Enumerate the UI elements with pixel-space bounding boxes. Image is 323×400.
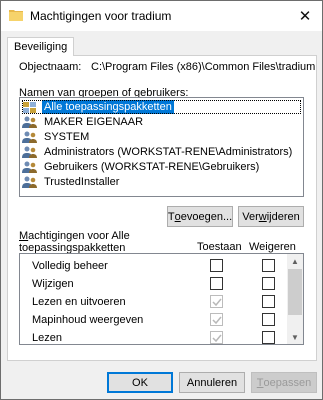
permission-row: Lezen: [32, 329, 290, 344]
permissions-label: Machtigingen voor Alle toepassingspakket…: [19, 230, 130, 254]
allow-checkbox: [210, 313, 223, 326]
window-title: Machtigingen voor tradium: [30, 9, 172, 23]
allow-checkbox: [210, 295, 223, 308]
list-item-label: SYSTEM: [44, 131, 90, 143]
folder-icon: [9, 9, 23, 21]
permissions-scrollbar[interactable]: ▲ ▼: [287, 254, 303, 344]
check-icon: [212, 316, 222, 325]
list-item[interactable]: SYSTEM: [22, 130, 301, 144]
users-icon: [22, 146, 38, 158]
deny-checkbox[interactable]: [262, 277, 275, 290]
permission-name: Volledig beheer: [32, 260, 108, 272]
users-icon: [22, 116, 38, 128]
users-icon: [22, 176, 38, 188]
allow-checkbox[interactable]: [210, 259, 223, 272]
deny-checkbox[interactable]: [262, 259, 275, 272]
list-item-label: TrustedInstaller: [44, 176, 120, 188]
deny-column-header: Weigeren: [249, 241, 296, 253]
list-item[interactable]: Gebruikers (WORKSTAT-RENE\Gebruikers): [22, 160, 301, 174]
scroll-down-icon[interactable]: ▼: [287, 330, 303, 344]
permission-row: Volledig beheer: [32, 257, 290, 275]
check-icon: [212, 334, 222, 343]
permission-name: Wijzigen: [32, 278, 74, 290]
permission-name: Mapinhoud weergeven: [32, 314, 144, 326]
deny-checkbox[interactable]: [262, 295, 275, 308]
list-item-label: MAKER EIGENAAR: [44, 116, 144, 128]
title-bar: Machtigingen voor tradium ✕: [1, 1, 322, 31]
scroll-up-icon[interactable]: ▲: [287, 254, 303, 268]
cancel-button[interactable]: Annuleren: [179, 372, 245, 393]
list-item[interactable]: Alle toepassingspakketten: [22, 100, 301, 114]
object-name-value: C:\Program Files (x86)\Common Files\trad…: [91, 61, 316, 73]
allow-checkbox[interactable]: [210, 277, 223, 290]
close-icon: ✕: [298, 8, 312, 25]
permission-row: Wijzigen: [32, 275, 290, 293]
apply-button: Toepassen: [251, 372, 317, 393]
groups-list[interactable]: Alle toepassingspakketten MAKER EIGENAAR…: [19, 97, 304, 197]
users-icon: [22, 131, 38, 143]
list-item-label: Alle toepassingspakketten: [42, 100, 174, 114]
list-item-label: Administrators (WORKSTAT-RENE\Administra…: [44, 146, 293, 158]
allow-checkbox: [210, 331, 223, 344]
users-icon: [22, 161, 38, 173]
ok-button[interactable]: OK: [107, 372, 173, 393]
tab-beveiliging[interactable]: Beveiliging: [7, 37, 75, 56]
permission-name: Lezen: [32, 332, 62, 344]
permission-name: Lezen en uitvoeren: [32, 296, 126, 308]
permission-row: Mapinhoud weergeven: [32, 311, 290, 329]
remove-button[interactable]: Ver w ijderen: [238, 206, 304, 227]
deny-checkbox[interactable]: [262, 313, 275, 326]
close-button[interactable]: ✕: [294, 6, 316, 26]
add-button[interactable]: To evoegen...: [167, 206, 233, 227]
deny-checkbox[interactable]: [262, 331, 275, 344]
list-item[interactable]: MAKER EIGENAAR: [22, 115, 301, 129]
list-item-label: Gebruikers (WORKSTAT-RENE\Gebruikers): [44, 161, 260, 173]
scroll-thumb[interactable]: [288, 269, 302, 315]
permissions-dialog: Machtigingen voor tradium ✕ Beveiliging …: [0, 0, 323, 400]
permissions-list[interactable]: Volledig beheer Wijzigen Lezen en uitvoe…: [19, 253, 304, 345]
list-item[interactable]: Administrators (WORKSTAT-RENE\Administra…: [22, 145, 301, 159]
check-icon: [212, 298, 222, 307]
app-packages-icon: [22, 101, 38, 113]
object-name-label: Objectnaam:: [19, 61, 82, 73]
allow-column-header: Toestaan: [197, 241, 242, 253]
list-item[interactable]: TrustedInstaller: [22, 175, 301, 189]
permission-row: Lezen en uitvoeren: [32, 293, 290, 311]
